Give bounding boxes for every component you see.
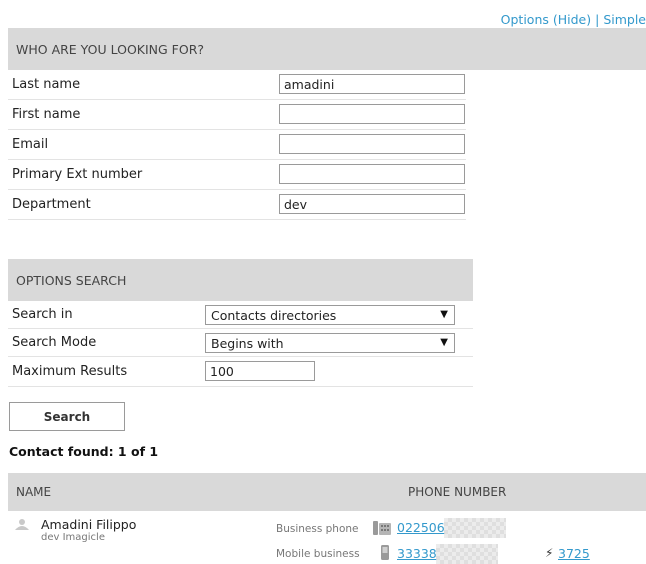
extension-link[interactable]: 3725 — [558, 546, 590, 561]
contact-found-text: Contact found: 1 of 1 — [9, 444, 159, 459]
max-results-label: Maximum Results — [12, 364, 128, 379]
first-name-label: First name — [12, 107, 81, 122]
email-row: Email — [8, 130, 466, 160]
search-in-value: Contacts directories — [211, 307, 337, 323]
mobile-phone-label: Mobile business — [276, 548, 360, 560]
last-name-row: Last name — [8, 70, 466, 100]
contact-result-row: Amadini Filippo dev Imagicle Business ph… — [8, 512, 646, 564]
options-hide-link[interactable]: Options (Hide) — [501, 12, 591, 27]
ext-number-input[interactable] — [279, 164, 465, 184]
contact-name[interactable]: Amadini Filippo — [41, 517, 136, 532]
mobile-phone-link[interactable]: 33338 — [397, 546, 437, 561]
link-separator: | — [595, 12, 600, 27]
dropdown-arrow-icon: ▼ — [440, 337, 448, 348]
results-header: NAME PHONE NUMBER — [8, 473, 646, 511]
search-in-select[interactable]: Contacts directories ▼ — [205, 305, 455, 325]
simple-link[interactable]: Simple — [603, 12, 646, 27]
search-mode-value: Begins with — [211, 335, 284, 351]
first-name-row: First name — [8, 100, 466, 130]
department-input[interactable] — [279, 194, 465, 214]
options-section-header: OPTIONS SEARCH — [8, 259, 473, 301]
search-in-label: Search in — [12, 307, 73, 322]
max-results-row: Maximum Results — [8, 357, 473, 387]
business-phone-label: Business phone — [276, 523, 359, 535]
max-results-input[interactable] — [205, 361, 315, 381]
redacted-number — [436, 544, 498, 564]
last-name-label: Last name — [12, 77, 81, 92]
contact-department: dev Imagicle — [41, 532, 105, 543]
contact-avatar-icon — [15, 519, 29, 530]
search-in-row: Search in Contacts directories ▼ — [8, 301, 473, 329]
phone-column-header: PHONE NUMBER — [408, 485, 507, 499]
who-section-header: WHO ARE YOU LOOKING FOR? — [8, 28, 646, 70]
search-mode-label: Search Mode — [12, 335, 97, 350]
ext-number-row: Primary Ext number — [8, 160, 466, 190]
bolt-icon: ⚡ — [545, 546, 554, 560]
search-mode-select[interactable]: Begins with ▼ — [205, 333, 455, 353]
department-label: Department — [12, 197, 91, 212]
who-section-title: WHO ARE YOU LOOKING FOR? — [16, 41, 205, 57]
ext-number-label: Primary Ext number — [12, 167, 143, 182]
email-input[interactable] — [279, 134, 465, 154]
search-button[interactable]: Search — [9, 402, 125, 431]
mobile-phone-icon — [381, 545, 389, 560]
department-row: Department — [8, 190, 466, 220]
name-column-header: NAME — [16, 485, 52, 499]
last-name-input[interactable] — [279, 74, 465, 94]
dropdown-arrow-icon: ▼ — [440, 309, 448, 320]
search-mode-row: Search Mode Begins with ▼ — [8, 329, 473, 357]
email-label: Email — [12, 137, 49, 152]
first-name-input[interactable] — [279, 104, 465, 124]
options-section-title: OPTIONS SEARCH — [16, 272, 127, 288]
redacted-number — [444, 518, 506, 538]
desk-phone-icon — [373, 521, 391, 535]
view-options-links: Options (Hide) | Simple — [501, 12, 646, 27]
business-phone-link[interactable]: 022506 — [397, 520, 445, 535]
